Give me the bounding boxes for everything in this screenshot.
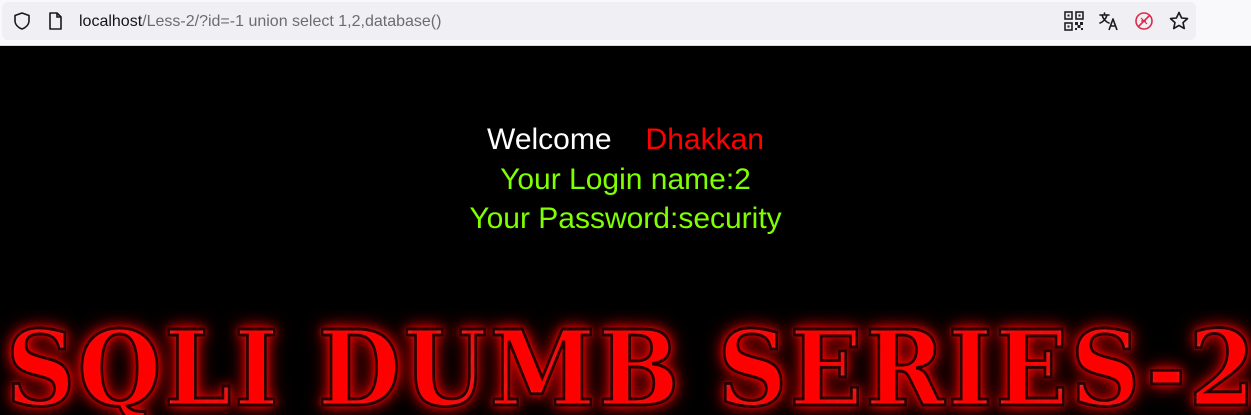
page-icon[interactable]	[44, 10, 66, 32]
blocked-icon[interactable]	[1134, 11, 1154, 31]
welcome-line: Welcome Dhakkan	[0, 122, 1251, 158]
password-text: Your Password:security	[469, 202, 782, 235]
bookmark-star-icon[interactable]	[1168, 10, 1190, 32]
url-bar[interactable]: localhost/Less-2/?id=-1 union select 1,2…	[2, 2, 1196, 40]
banner: SQLI DUMB SERIES-2	[0, 309, 1251, 415]
banner-title: SQLI DUMB SERIES-2	[5, 309, 1251, 415]
url-path: /Less-2/?id=-1 union select 1,2,database…	[142, 13, 442, 30]
welcome-text: Welcome	[487, 123, 612, 156]
qr-code-icon[interactable]	[1064, 11, 1084, 31]
page-content: Welcome Dhakkan Your Login name:2 Your Pa…	[0, 46, 1251, 415]
browser-toolbar: localhost/Less-2/?id=-1 union select 1,2…	[0, 0, 1251, 46]
user-name-text: Dhakkan	[645, 123, 764, 156]
translate-icon[interactable]	[1098, 10, 1120, 32]
shield-icon[interactable]	[11, 10, 33, 32]
url-text[interactable]: localhost/Less-2/?id=-1 union select 1,2…	[79, 11, 441, 33]
login-name-text: Your Login name:2	[500, 163, 751, 196]
url-host: localhost	[79, 13, 143, 30]
